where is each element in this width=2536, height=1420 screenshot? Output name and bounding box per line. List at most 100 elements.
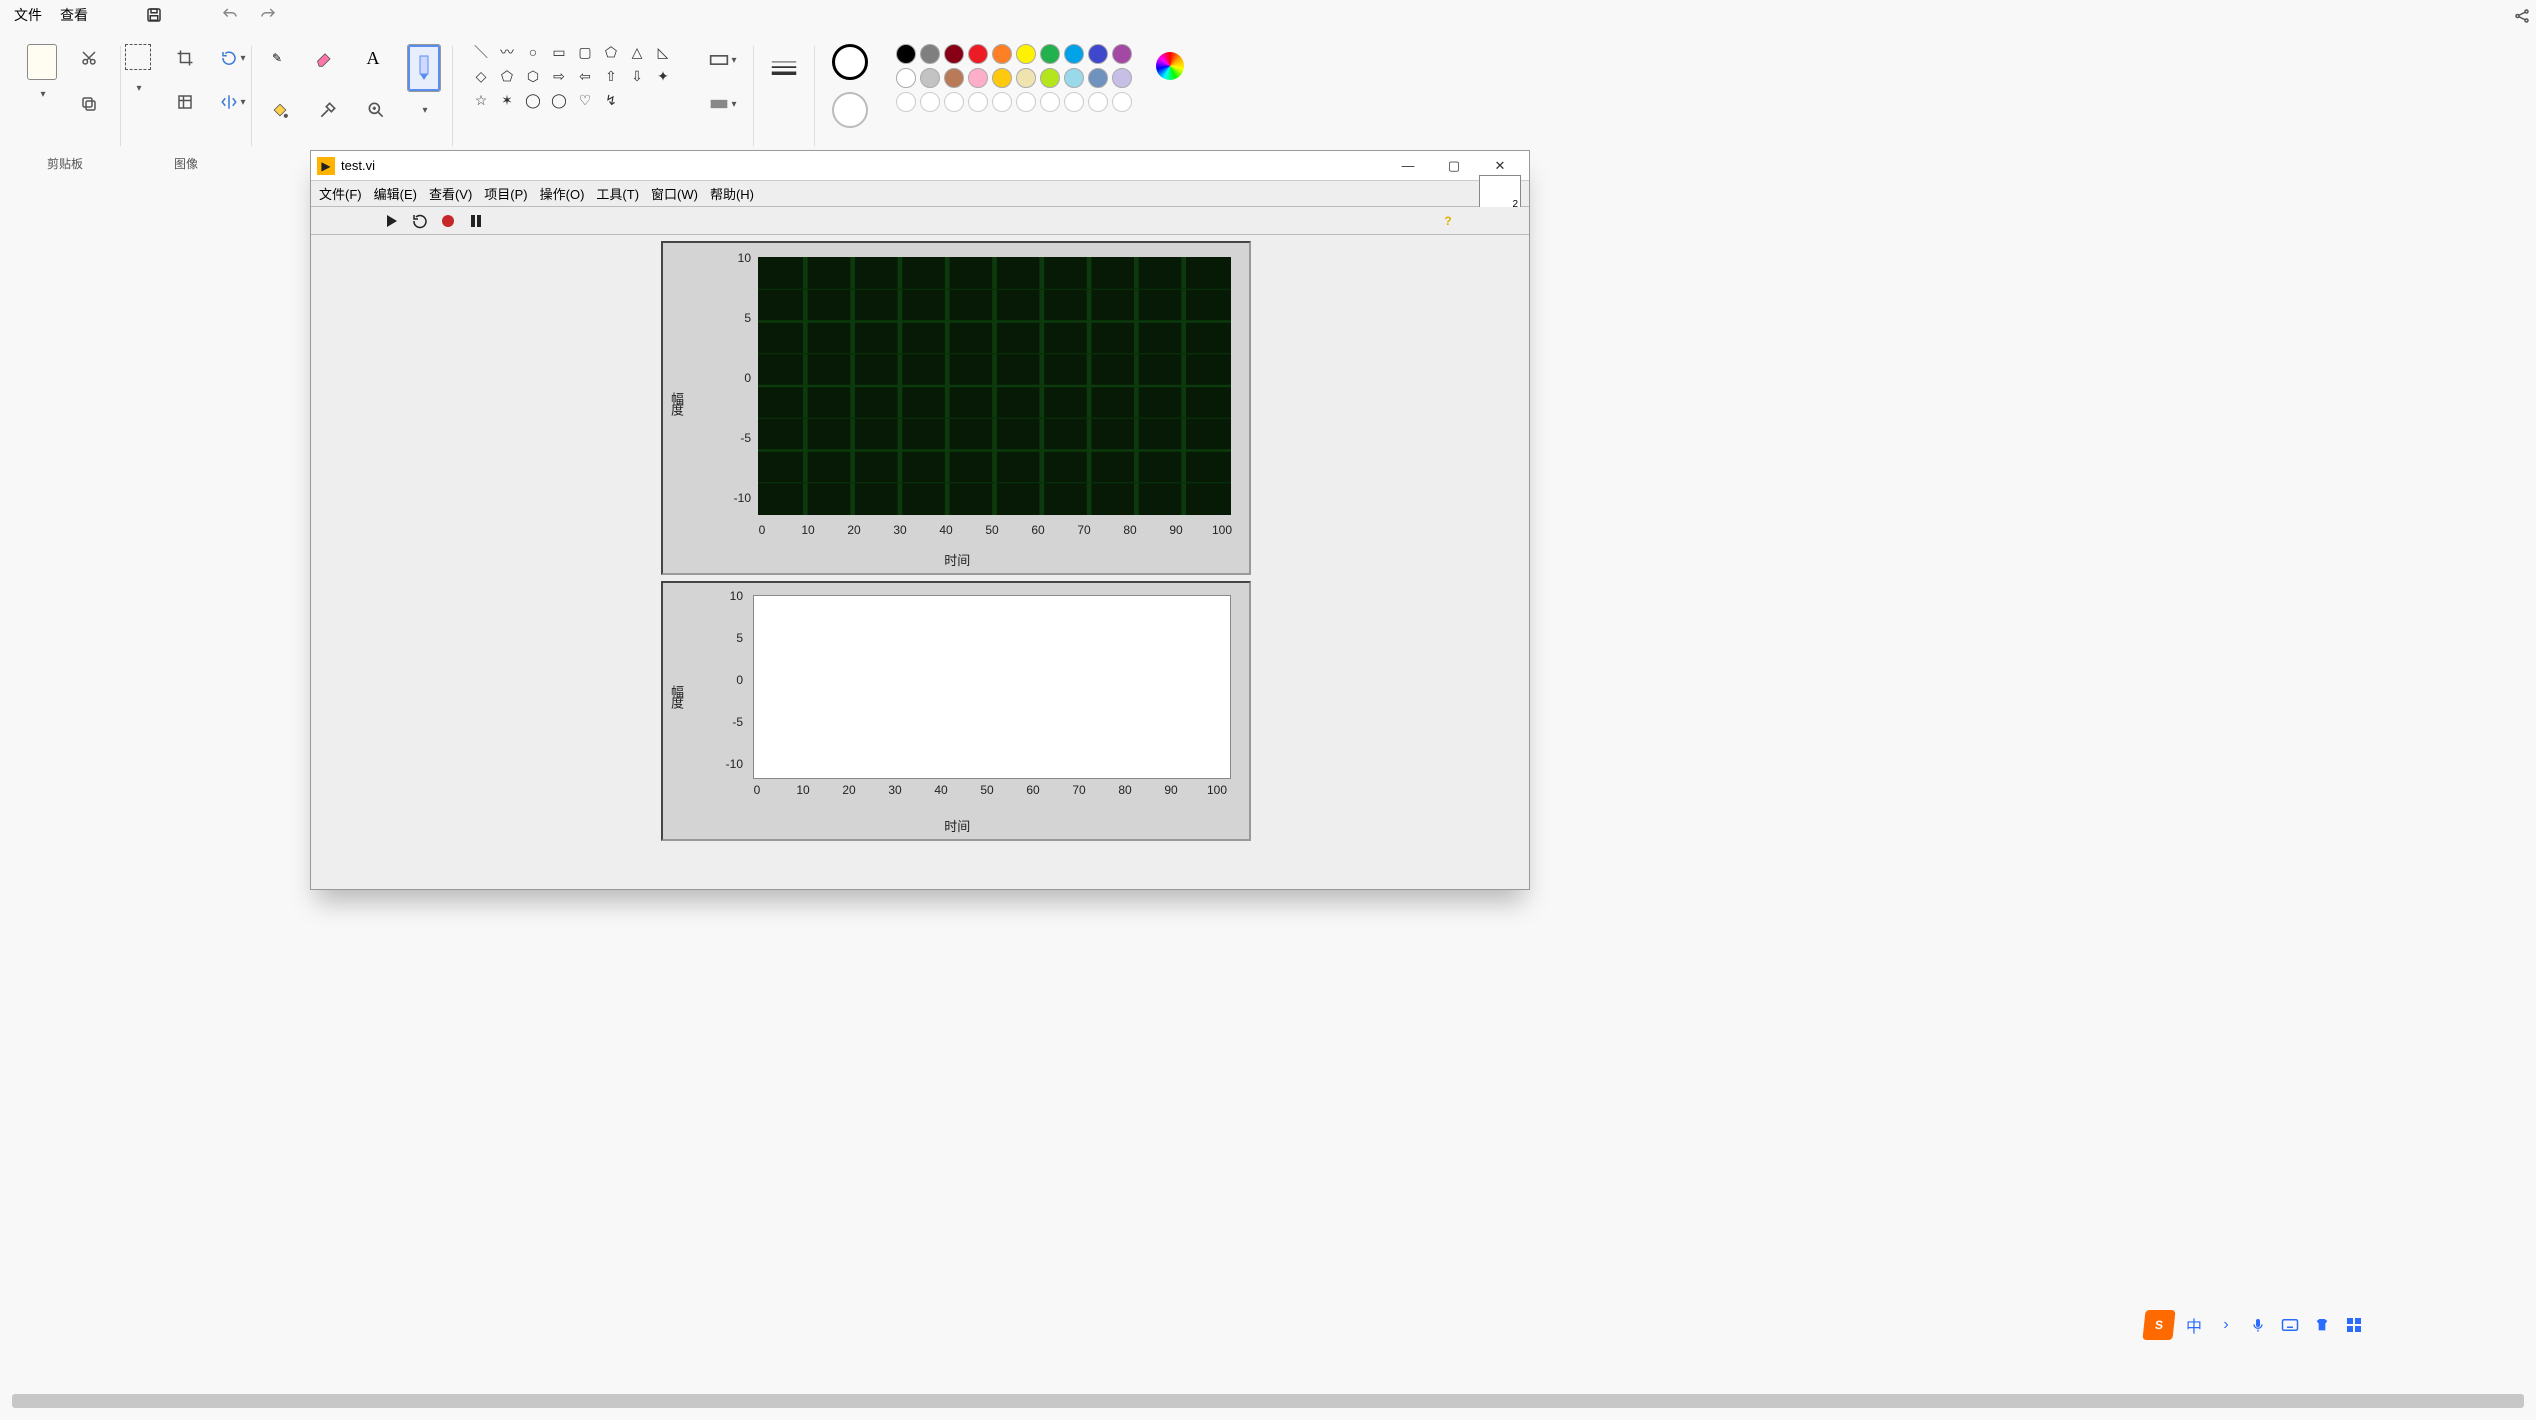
zoom-icon[interactable] bbox=[362, 96, 390, 124]
ime-toolbox-icon[interactable] bbox=[2342, 1313, 2366, 1337]
pencil-icon[interactable]: ✎ bbox=[263, 44, 291, 72]
shape-star4-icon[interactable]: ✦ bbox=[652, 66, 674, 86]
ime-logo-icon[interactable]: S bbox=[2142, 1310, 2175, 1340]
run-icon[interactable] bbox=[381, 210, 403, 232]
ime-skin-icon[interactable] bbox=[2310, 1313, 2334, 1337]
fill-icon[interactable] bbox=[266, 96, 294, 124]
color-swatch[interactable] bbox=[1064, 92, 1084, 112]
paste-icon[interactable] bbox=[27, 44, 57, 80]
color-swatch[interactable] bbox=[1040, 44, 1060, 64]
color-swatch[interactable] bbox=[992, 44, 1012, 64]
shapes-gallery[interactable]: ＼ 〰 ○ ▭ ▢ ⬠ △ ◺ ◇ ⬠ ⬡ ⇨ ⇦ ⇧ ⇩ ✦ ☆ ✶ ◯ ◯ … bbox=[470, 42, 676, 112]
paste-dropdown-icon[interactable] bbox=[38, 86, 45, 100]
select-icon[interactable] bbox=[125, 44, 151, 70]
ime-toolbar[interactable]: S 中 › bbox=[2144, 1310, 2366, 1340]
color-swatch[interactable] bbox=[992, 68, 1012, 88]
lv-menu-help[interactable]: 帮助(H) bbox=[710, 184, 754, 203]
menu-view[interactable]: 查看 bbox=[60, 5, 88, 25]
shape-rtriangle-icon[interactable]: ◺ bbox=[652, 42, 674, 62]
color-swatch[interactable] bbox=[896, 68, 916, 88]
run-continuous-icon[interactable] bbox=[409, 210, 431, 232]
labview-titlebar[interactable]: ▶ test.vi — ▢ ✕ bbox=[311, 151, 1529, 181]
lv-menu-view[interactable]: 查看(V) bbox=[429, 184, 472, 203]
color-wheel-icon[interactable] bbox=[1156, 52, 1184, 80]
color-swatch[interactable] bbox=[920, 68, 940, 88]
shape-callout-icon[interactable]: ◯ bbox=[522, 90, 544, 110]
picker-icon[interactable] bbox=[314, 96, 342, 124]
lv-menu-window[interactable]: 窗口(W) bbox=[651, 184, 698, 203]
cut-icon[interactable] bbox=[75, 44, 103, 72]
color-swatch[interactable] bbox=[920, 92, 940, 112]
lv-menu-tools[interactable]: 工具(T) bbox=[596, 184, 639, 203]
color-swatch[interactable] bbox=[1040, 92, 1060, 112]
menu-file[interactable]: 文件 bbox=[14, 5, 42, 25]
share-icon[interactable] bbox=[2510, 4, 2534, 28]
shape-arrow-r-icon[interactable]: ⇨ bbox=[548, 66, 570, 86]
lv-menu-project[interactable]: 项目(P) bbox=[484, 184, 527, 203]
color-swatch[interactable] bbox=[1112, 68, 1132, 88]
redo-icon[interactable] bbox=[258, 5, 278, 25]
color-swatch[interactable] bbox=[1040, 68, 1060, 88]
marker-tool-icon[interactable] bbox=[407, 44, 441, 92]
color-swatch[interactable] bbox=[968, 68, 988, 88]
lv-menu-file[interactable]: 文件(F) bbox=[319, 184, 362, 203]
lv-menu-edit[interactable]: 编辑(E) bbox=[374, 184, 417, 203]
fill-color-indicator[interactable] bbox=[832, 92, 868, 128]
minimize-icon[interactable]: — bbox=[1385, 152, 1431, 180]
color-swatch[interactable] bbox=[920, 44, 940, 64]
shape-line-icon[interactable]: ＼ bbox=[470, 42, 492, 62]
flip-icon[interactable] bbox=[219, 88, 247, 116]
color-swatch[interactable] bbox=[1088, 44, 1108, 64]
shape-roundrect-icon[interactable]: ▢ bbox=[574, 42, 596, 62]
color-swatch[interactable] bbox=[1064, 44, 1084, 64]
stroke-color-indicator[interactable] bbox=[832, 44, 868, 80]
shape-rect-icon[interactable]: ▭ bbox=[548, 42, 570, 62]
text-icon[interactable]: A bbox=[359, 44, 387, 72]
eraser-icon[interactable] bbox=[311, 44, 339, 72]
ime-keyboard-icon[interactable] bbox=[2278, 1313, 2302, 1337]
color-swatch[interactable] bbox=[944, 92, 964, 112]
undo-icon[interactable] bbox=[220, 5, 240, 25]
shape-triangle-icon[interactable]: △ bbox=[626, 42, 648, 62]
color-swatch[interactable] bbox=[968, 92, 988, 112]
shape-polygon-icon[interactable]: ⬠ bbox=[600, 42, 622, 62]
color-swatch[interactable] bbox=[1064, 68, 1084, 88]
shape-circle-icon[interactable]: ○ bbox=[522, 42, 544, 62]
color-swatch[interactable] bbox=[992, 92, 1012, 112]
marker-dropdown-icon[interactable] bbox=[410, 96, 438, 124]
shape-arrow-d-icon[interactable]: ⇩ bbox=[626, 66, 648, 86]
color-swatch[interactable] bbox=[1016, 68, 1036, 88]
color-swatch[interactable] bbox=[944, 44, 964, 64]
resize-icon[interactable] bbox=[171, 88, 199, 116]
color-swatch[interactable] bbox=[1088, 68, 1108, 88]
color-swatch[interactable] bbox=[896, 92, 916, 112]
shape-arrow-u-icon[interactable]: ⇧ bbox=[600, 66, 622, 86]
shape-bolt-icon[interactable]: ↯ bbox=[600, 90, 622, 110]
crop-icon[interactable] bbox=[171, 44, 199, 72]
shape-heart-icon[interactable]: ♡ bbox=[574, 90, 596, 110]
ime-voice-icon[interactable] bbox=[2246, 1313, 2270, 1337]
shape-outline-dropdown-icon[interactable] bbox=[709, 46, 737, 74]
rotate-icon[interactable] bbox=[219, 44, 247, 72]
shape-curve-icon[interactable]: 〰 bbox=[496, 42, 518, 62]
stroke-width-icon[interactable] bbox=[770, 54, 798, 82]
select-dropdown-icon[interactable] bbox=[134, 80, 141, 94]
shape-hexagon-icon[interactable]: ⬡ bbox=[522, 66, 544, 86]
horizontal-scrollbar[interactable] bbox=[12, 1394, 2524, 1408]
waveform-chart-scope[interactable]: 幅度 时间 10 5 0 -5 -10 01020304050607080901… bbox=[661, 241, 1251, 575]
color-swatch[interactable] bbox=[944, 68, 964, 88]
color-swatch[interactable] bbox=[1088, 92, 1108, 112]
color-swatch[interactable] bbox=[1112, 44, 1132, 64]
shape-callout2-icon[interactable]: ◯ bbox=[548, 90, 570, 110]
shape-star5-icon[interactable]: ☆ bbox=[470, 90, 492, 110]
shape-pentagon-icon[interactable]: ⬠ bbox=[496, 66, 518, 86]
shape-fill-dropdown-icon[interactable] bbox=[709, 90, 737, 118]
shape-arrow-l-icon[interactable]: ⇦ bbox=[574, 66, 596, 86]
context-help-icon[interactable]: ? bbox=[1437, 210, 1459, 232]
lv-menu-operate[interactable]: 操作(O) bbox=[540, 184, 585, 203]
color-swatch[interactable] bbox=[896, 44, 916, 64]
color-swatch[interactable] bbox=[968, 44, 988, 64]
pause-icon[interactable] bbox=[465, 210, 487, 232]
shape-star6-icon[interactable]: ✶ bbox=[496, 90, 518, 110]
maximize-icon[interactable]: ▢ bbox=[1431, 152, 1477, 180]
